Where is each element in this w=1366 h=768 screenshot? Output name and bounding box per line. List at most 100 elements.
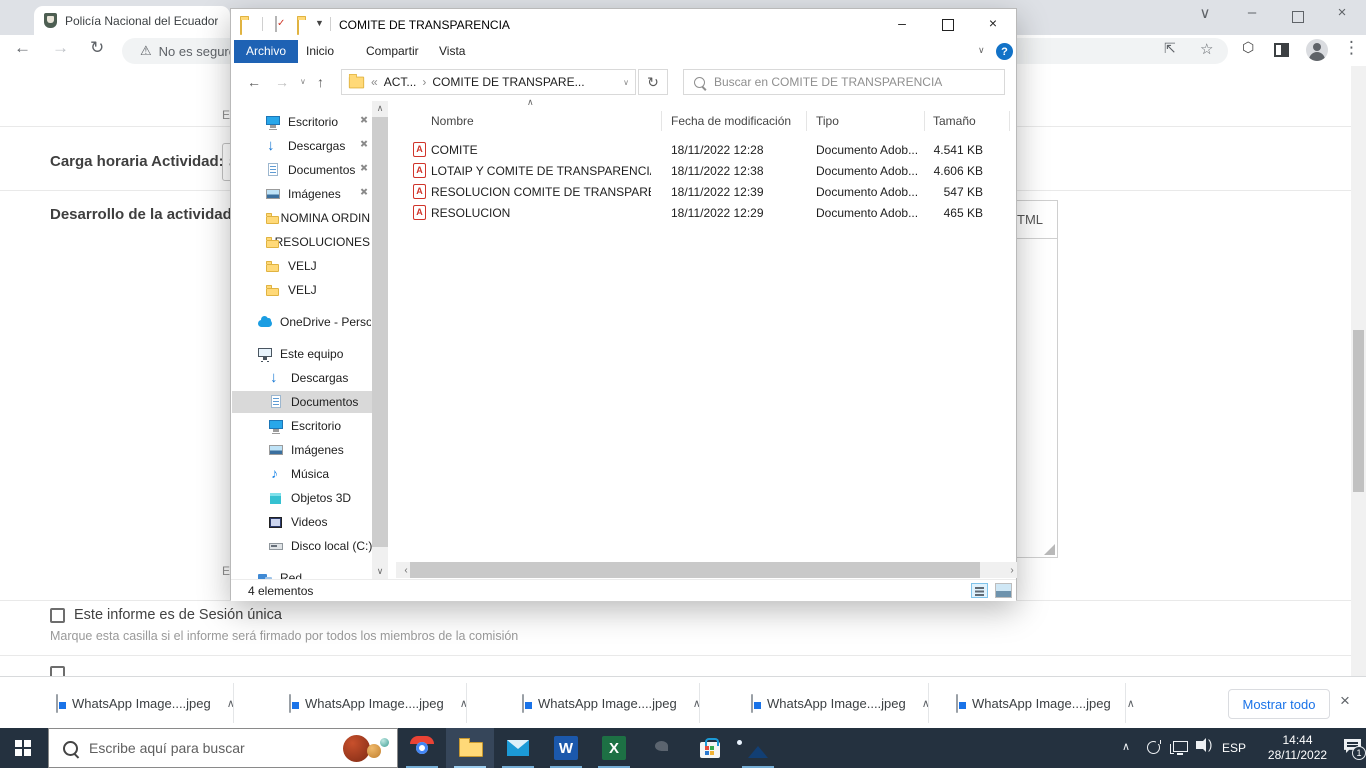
- sidebar-item-onedrive[interactable]: OneDrive - Persor: [257, 311, 371, 333]
- sidebar-item-velj-2[interactable]: VELJ: [265, 279, 317, 301]
- sidebar-item-este-equipo[interactable]: Este equipo: [257, 343, 343, 365]
- ribbon-collapse-chevron-icon[interactable]: ∨: [978, 45, 985, 56]
- explorer-search-box[interactable]: Buscar en COMITE DE TRANSPARENCIA: [683, 69, 1005, 95]
- navpane-scrollbar-thumb[interactable]: [372, 117, 388, 547]
- sidebar-item-descargas[interactable]: Descargas: [265, 135, 345, 157]
- taskbar-mail[interactable]: [494, 728, 542, 768]
- scroll-right-icon[interactable]: ›: [1004, 565, 1020, 576]
- download-menu-chevron-icon[interactable]: ∧: [1127, 697, 1135, 710]
- thumbnail-view-toggle-icon[interactable]: [995, 583, 1012, 598]
- not-secure-warning-icon[interactable]: ⚠: [140, 43, 152, 59]
- file-row[interactable]: COMITE 18/11/2022 12:28 Documento Adob..…: [413, 139, 1013, 160]
- sidebar-item-pc-documentos[interactable]: Documentos: [268, 391, 358, 413]
- column-header-fecha[interactable]: Fecha de modificación: [671, 109, 791, 133]
- download-item[interactable]: WhatsApp Image....jpeg ∧: [233, 677, 468, 729]
- volume-icon[interactable]: [1196, 737, 1212, 752]
- help-icon[interactable]: ?: [996, 43, 1013, 60]
- clock[interactable]: 14:44 28/11/2022: [1255, 733, 1340, 763]
- download-item[interactable]: WhatsApp Image....jpeg ∧: [699, 677, 930, 729]
- profile-avatar[interactable]: [1306, 39, 1328, 61]
- nav-up-icon[interactable]: ↑: [317, 74, 324, 90]
- close-shelf-icon[interactable]: ×: [1340, 691, 1350, 711]
- taskbar-excel[interactable]: X: [590, 728, 638, 768]
- browser-minimize-button[interactable]: –: [1239, 4, 1265, 21]
- column-header-nombre[interactable]: Nombre: [431, 109, 474, 133]
- filelist-hscrollbar[interactable]: ‹ ›: [396, 562, 1017, 578]
- page-scrollbar-thumb[interactable]: [1353, 330, 1364, 492]
- browser-restore-button[interactable]: [1292, 7, 1307, 23]
- quick-access-properties-icon[interactable]: [275, 16, 277, 32]
- share-icon[interactable]: ⇱: [1164, 40, 1176, 57]
- network-tray-icon[interactable]: [1170, 741, 1188, 755]
- browser-menu-dots-icon[interactable]: ⋮: [1343, 38, 1360, 58]
- taskbar-store[interactable]: [686, 728, 734, 768]
- sidebar-item-velj-1[interactable]: VELJ: [265, 255, 317, 277]
- tray-overflow-chevron-icon[interactable]: ∧: [1122, 740, 1130, 753]
- textarea-resize-handle[interactable]: [1044, 544, 1055, 555]
- nav-history-chevron-icon[interactable]: ∨: [300, 77, 306, 86]
- bing-daily-image[interactable]: [341, 732, 393, 766]
- show-all-downloads-button[interactable]: Mostrar todo: [1228, 689, 1330, 719]
- breadcrumb-overflow[interactable]: «: [371, 75, 378, 89]
- sidebar-item-escritorio[interactable]: Escritorio: [265, 111, 338, 133]
- download-item[interactable]: WhatsApp Image....jpeg ∧: [0, 677, 235, 729]
- nav-back-icon[interactable]: ←: [247, 74, 261, 90]
- tab-compartir[interactable]: Compartir: [354, 40, 431, 63]
- file-row[interactable]: LOTAIP Y COMITE DE TRANSPARENCIA 18/11/2…: [413, 160, 1013, 181]
- tray-screenclip-icon[interactable]: [1147, 740, 1161, 754]
- explorer-maximize-button[interactable]: [942, 19, 954, 31]
- breadcrumb-parent[interactable]: ACT...: [384, 75, 417, 89]
- language-indicator[interactable]: ESP: [1222, 741, 1246, 755]
- refresh-icon[interactable]: ↻: [90, 38, 104, 58]
- address-dropdown-chevron-icon[interactable]: ∨: [623, 78, 629, 87]
- browser-tab[interactable]: Policía Nacional del Ecuador: [34, 6, 230, 35]
- tab-search-chevron-icon[interactable]: ∨: [1192, 4, 1218, 22]
- explorer-titlebar[interactable]: ▼ COMITE DE TRANSPARENCIA – ×: [231, 9, 1016, 40]
- file-row[interactable]: RESOLUCION COMITE DE TRANSPARENC... 18/1…: [413, 181, 1013, 202]
- sesion-unica-checkbox[interactable]: [50, 608, 65, 623]
- editor-tab-html[interactable]: TML: [1017, 212, 1043, 227]
- sidebar-item-pc-musica[interactable]: Música: [268, 463, 329, 485]
- sidebar-item-pc-objetos3d[interactable]: Objetos 3D: [268, 487, 351, 509]
- download-item[interactable]: WhatsApp Image....jpeg ∧: [466, 677, 701, 729]
- taskbar-photos[interactable]: [734, 728, 782, 768]
- address-breadcrumb-bar[interactable]: « ACT... › COMITE DE TRANSPARE... ∨: [341, 69, 636, 95]
- column-header-tipo[interactable]: Tipo: [816, 109, 839, 133]
- tab-inicio[interactable]: Inicio: [294, 40, 346, 63]
- navpane-scrollbar[interactable]: ∧ ∨: [372, 101, 388, 579]
- nav-forward-icon[interactable]: →: [275, 74, 289, 90]
- tab-archivo[interactable]: Archivo: [234, 40, 299, 63]
- sidebar-item-pc-imagenes[interactable]: Imágenes: [268, 439, 344, 461]
- hscrollbar-thumb[interactable]: [410, 562, 980, 578]
- explorer-minimize-button[interactable]: –: [887, 15, 917, 31]
- taskbar-chrome[interactable]: [398, 728, 446, 768]
- taskbar-file-explorer[interactable]: [446, 728, 494, 768]
- sidebar-item-pc-descargas[interactable]: Descargas: [268, 367, 348, 389]
- back-icon[interactable]: ←: [14, 38, 31, 58]
- sidebar-item-resoluciones[interactable]: RESOLUCIONES: [265, 231, 370, 253]
- sidebar-item-pc-escritorio[interactable]: Escritorio: [268, 415, 341, 437]
- sidebar-item-pc-disco[interactable]: Disco local (C:): [268, 535, 372, 557]
- forward-icon[interactable]: →: [52, 38, 69, 58]
- extensions-puzzle-icon[interactable]: ⬡: [1242, 39, 1254, 56]
- column-header-tamano[interactable]: Tamaño: [933, 109, 976, 133]
- download-item[interactable]: WhatsApp Image....jpeg ∧: [928, 677, 1135, 729]
- sort-ascending-icon[interactable]: ∧: [527, 97, 534, 108]
- start-button[interactable]: [0, 728, 48, 768]
- qat-customize-chevron-icon[interactable]: ▼: [315, 18, 324, 28]
- taskbar-edge[interactable]: [638, 728, 686, 768]
- taskbar-word[interactable]: W: [542, 728, 590, 768]
- details-view-toggle-icon[interactable]: [971, 583, 988, 598]
- browser-close-button[interactable]: ×: [1329, 4, 1355, 21]
- taskbar-search-box[interactable]: Escribe aquí para buscar: [48, 728, 398, 768]
- file-row[interactable]: RESOLUCION 18/11/2022 12:29 Documento Ad…: [413, 202, 1013, 223]
- tab-vista[interactable]: Vista: [427, 40, 477, 63]
- refresh-button[interactable]: ↻: [638, 69, 668, 95]
- quick-access-newfolder-icon[interactable]: [297, 19, 299, 35]
- sidebar-item-pc-videos[interactable]: Videos: [268, 511, 327, 533]
- bookmark-star-icon[interactable]: ☆: [1200, 40, 1213, 58]
- scroll-up-icon[interactable]: ∧: [372, 103, 388, 114]
- sidebar-item-documentos[interactable]: Documentos: [265, 159, 355, 181]
- page-scrollbar[interactable]: [1351, 66, 1366, 676]
- side-panel-icon[interactable]: [1274, 43, 1289, 57]
